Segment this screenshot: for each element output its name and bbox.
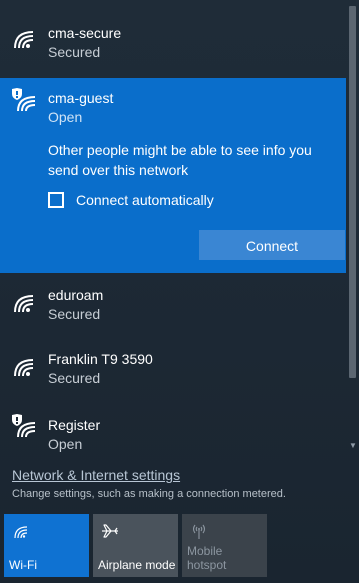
connect-automatically-checkbox[interactable] [48, 192, 64, 208]
security-warning: Other people might be able to see info y… [48, 142, 312, 178]
tile-label: Wi-Fi [9, 558, 37, 572]
wifi-toggle-tile[interactable]: Wi-Fi [4, 514, 89, 577]
network-item-register[interactable]: Register Open [0, 405, 346, 455]
scrollbar-thumb[interactable] [349, 6, 356, 378]
network-item-cma-guest[interactable]: cma-guest Open Other people might be abl… [0, 78, 346, 273]
wifi-icon [14, 526, 28, 539]
tile-label: Mobile hotspot [187, 544, 226, 572]
wifi-icon [14, 295, 34, 313]
connect-automatically-label: Connect automatically [76, 192, 214, 208]
wifi-icon [14, 359, 34, 377]
tile-label-line: hotspot [187, 558, 227, 572]
network-name: eduroam [48, 287, 104, 303]
network-status: Open [48, 109, 83, 125]
wifi-shield-icon [12, 88, 36, 112]
network-status: Secured [48, 306, 101, 322]
network-item-cma-secure[interactable]: cma-secure Secured [0, 14, 346, 70]
airplane-mode-tile[interactable]: Airplane mode [93, 514, 178, 577]
wifi-icon [14, 31, 34, 49]
hotspot-icon [192, 524, 206, 539]
mobile-hotspot-tile[interactable]: Mobile hotspot [182, 514, 267, 577]
network-status: Open [48, 436, 83, 452]
network-item-franklin-t9-3590[interactable]: Franklin T9 3590 Secured [0, 340, 346, 400]
network-status: Secured [48, 370, 101, 386]
tile-label-line: Mobile [187, 544, 223, 558]
network-name: cma-secure [48, 25, 122, 41]
network-name: cma-guest [48, 90, 114, 106]
network-internet-settings-link[interactable]: Network & Internet settings [12, 467, 180, 484]
connect-button[interactable]: Connect [199, 230, 345, 260]
scroll-down-arrow-icon[interactable]: ▼ [349, 442, 357, 450]
settings-description: Change settings, such as making a connec… [12, 488, 286, 500]
tile-label: Airplane mode [98, 558, 176, 572]
wifi-shield-icon [12, 414, 36, 438]
scrollbar[interactable]: ▼ [346, 0, 359, 455]
network-name: Franklin T9 3590 [48, 351, 153, 367]
network-name: Register [48, 417, 101, 433]
airplane-icon [102, 524, 118, 538]
network-item-eduroam[interactable]: eduroam Secured [0, 276, 346, 336]
network-status: Secured [48, 44, 101, 60]
